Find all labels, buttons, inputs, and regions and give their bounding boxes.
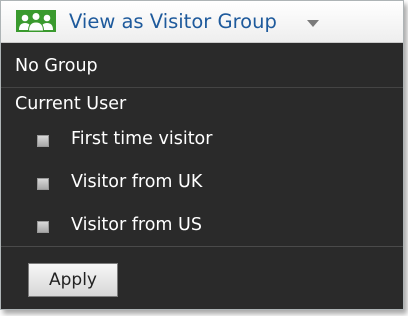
- view-as-visitor-group-label: View as Visitor Group: [69, 10, 277, 33]
- menu-item-no-group[interactable]: No Group: [1, 43, 403, 88]
- menu-item-label: No Group: [15, 56, 98, 76]
- visitor-group-dropdown: View as Visitor Group No Group Current U…: [0, 0, 404, 310]
- visitor-group-label: First time visitor: [71, 129, 213, 149]
- visitor-group-label: Visitor from US: [71, 215, 202, 235]
- menu-item-current-user[interactable]: Current User: [1, 88, 403, 122]
- visitor-from-us-checkbox[interactable]: [37, 221, 49, 233]
- visitor-from-uk-checkbox[interactable]: [37, 178, 49, 190]
- apply-button[interactable]: Apply: [28, 263, 118, 297]
- first-time-visitor-checkbox[interactable]: [37, 135, 49, 147]
- visitor-group-label: Visitor from UK: [71, 172, 203, 192]
- caret-down-icon: [307, 20, 319, 27]
- divider: [1, 246, 403, 247]
- users-group-icon: [16, 10, 56, 32]
- menu-item-label: Current User: [15, 94, 127, 114]
- view-as-visitor-group-toggle[interactable]: View as Visitor Group: [1, 1, 403, 43]
